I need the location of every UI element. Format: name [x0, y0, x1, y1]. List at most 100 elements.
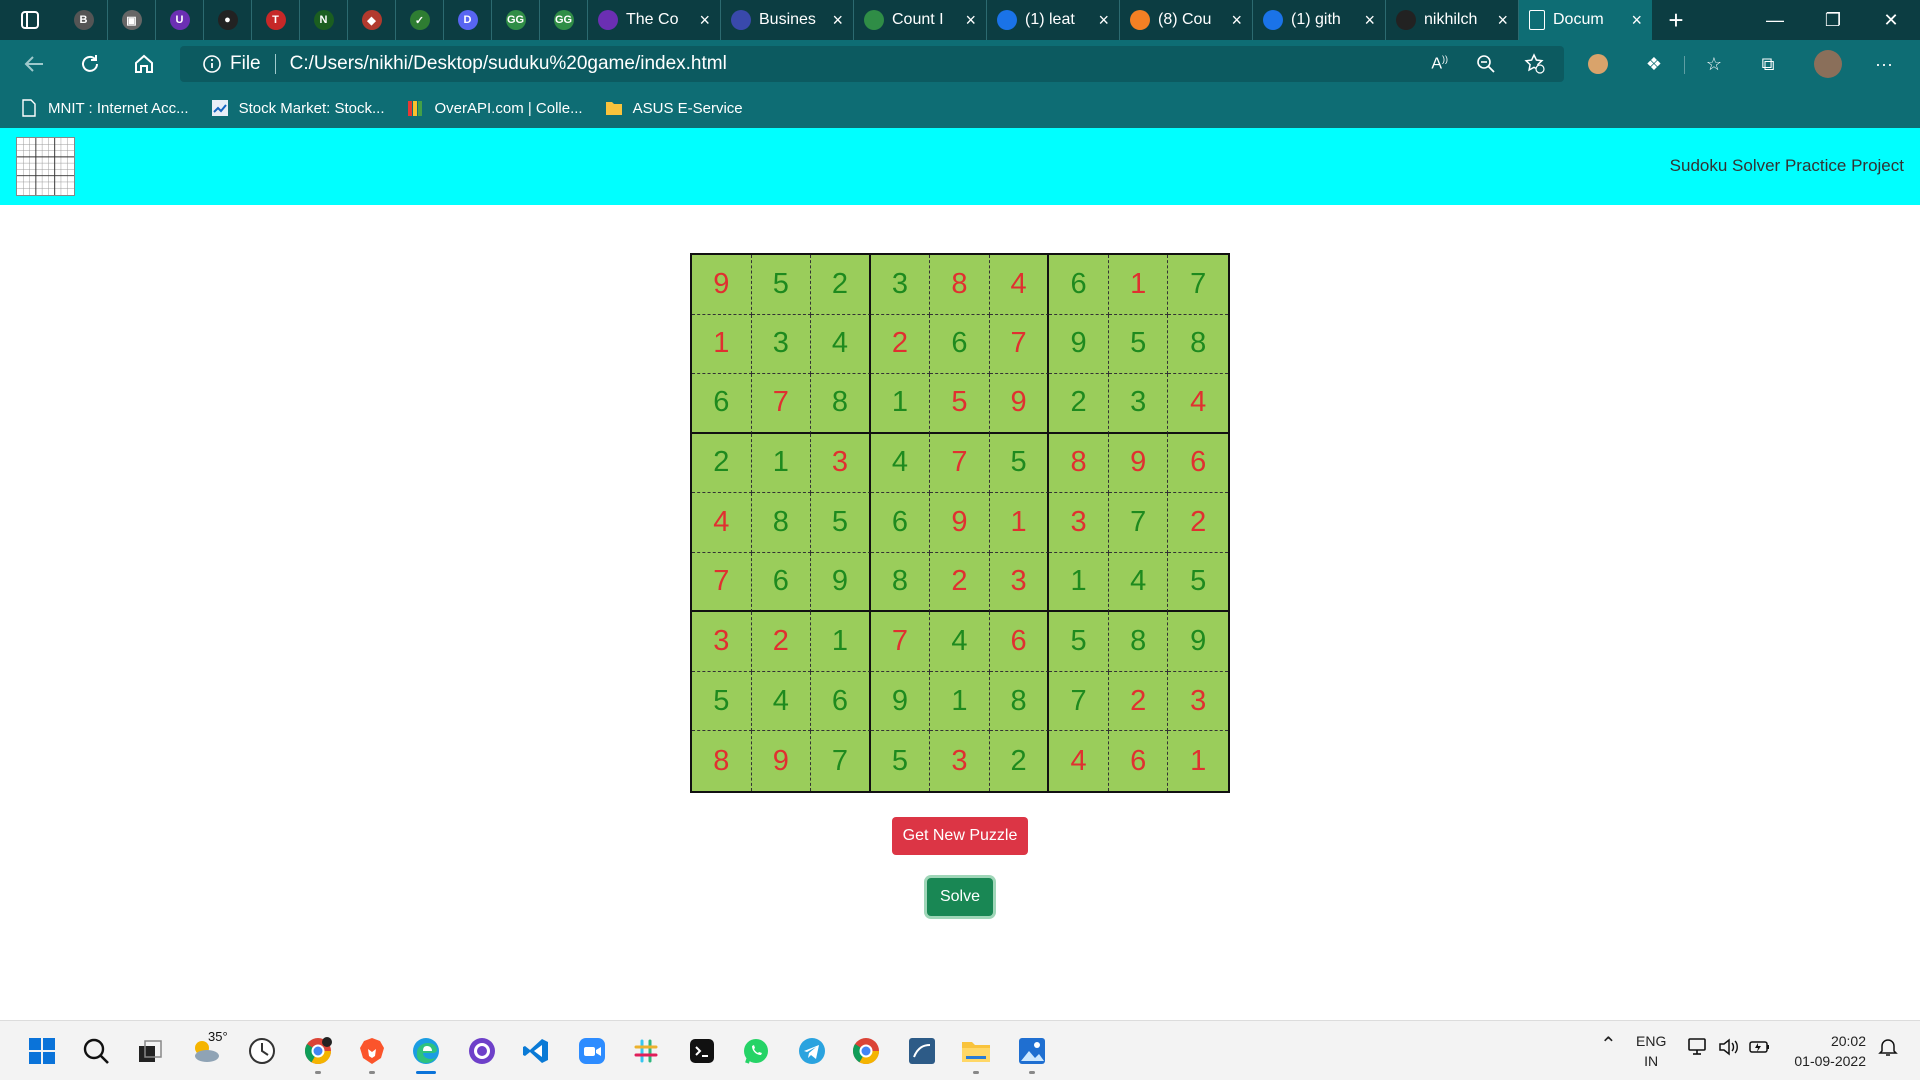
- sudoku-cell[interactable]: 4: [692, 493, 752, 553]
- pinned-tab[interactable]: GG: [540, 0, 588, 40]
- tab[interactable]: (8) Cou ×: [1120, 0, 1253, 40]
- profile-button[interactable]: [1812, 48, 1844, 80]
- restore-button[interactable]: ❐: [1804, 0, 1862, 40]
- tab[interactable]: nikhilch ×: [1386, 0, 1519, 40]
- sudoku-cell[interactable]: 6: [870, 493, 931, 553]
- mysql-workbench-button[interactable]: [906, 1035, 938, 1067]
- sudoku-cell[interactable]: 4: [870, 433, 931, 494]
- minimize-button[interactable]: —: [1746, 0, 1804, 40]
- pinned-tab[interactable]: GG: [492, 0, 540, 40]
- vscode-button[interactable]: [520, 1035, 552, 1067]
- sudoku-cell[interactable]: 2: [930, 552, 990, 613]
- sudoku-cell[interactable]: 3: [930, 731, 990, 791]
- sudoku-cell[interactable]: 5: [692, 671, 752, 732]
- add-favorite-icon[interactable]: [1524, 53, 1546, 75]
- pinned-tab[interactable]: D: [444, 0, 492, 40]
- pinned-tab[interactable]: ✓: [396, 0, 444, 40]
- sudoku-cell[interactable]: 7: [1168, 255, 1228, 315]
- pinned-tab[interactable]: N: [300, 0, 348, 40]
- sudoku-cell[interactable]: 7: [692, 552, 752, 613]
- language-indicator[interactable]: ENG IN: [1636, 1031, 1666, 1071]
- sudoku-cell[interactable]: 3: [811, 433, 871, 494]
- edge-button[interactable]: [410, 1035, 442, 1067]
- close-tab-icon[interactable]: ×: [832, 10, 843, 31]
- zoom-button[interactable]: [576, 1035, 608, 1067]
- profile-extension-button[interactable]: [1582, 48, 1614, 80]
- sudoku-cell[interactable]: 8: [989, 671, 1050, 732]
- home-button[interactable]: [128, 48, 160, 80]
- clock-app-button[interactable]: [246, 1035, 278, 1067]
- sudoku-cell[interactable]: 7: [811, 731, 871, 791]
- sudoku-cell[interactable]: 6: [1168, 434, 1228, 494]
- sudoku-cell[interactable]: 9: [1168, 612, 1228, 672]
- tab[interactable]: Count I ×: [854, 0, 987, 40]
- sudoku-cell[interactable]: 1: [1168, 731, 1228, 791]
- refresh-button[interactable]: [74, 48, 106, 80]
- sudoku-cell[interactable]: 1: [1108, 255, 1169, 315]
- sudoku-cell[interactable]: 9: [811, 552, 871, 613]
- github-desktop-button[interactable]: [466, 1035, 498, 1067]
- close-tab-icon[interactable]: ×: [1231, 10, 1242, 31]
- sudoku-cell[interactable]: 4: [811, 314, 871, 375]
- sudoku-cell[interactable]: 9: [692, 255, 752, 315]
- sudoku-cell[interactable]: 8: [692, 731, 752, 791]
- sudoku-cell[interactable]: 4: [989, 255, 1050, 315]
- close-tab-icon[interactable]: ×: [965, 10, 976, 31]
- tab[interactable]: (1) leat ×: [987, 0, 1120, 40]
- sudoku-cell[interactable]: 3: [1168, 672, 1228, 732]
- zoom-out-icon[interactable]: [1476, 54, 1496, 74]
- bookmark-item[interactable]: Stock Market: Stock...: [211, 99, 385, 117]
- site-info-button[interactable]: File: [202, 53, 261, 75]
- slack-button[interactable]: [630, 1035, 662, 1067]
- sudoku-cell[interactable]: 5: [871, 731, 931, 791]
- pinned-tab[interactable]: ▣: [108, 0, 156, 40]
- sudoku-cell[interactable]: 7: [989, 314, 1050, 375]
- brave-button[interactable]: [356, 1035, 388, 1067]
- sudoku-cell[interactable]: 2: [1049, 374, 1109, 434]
- favorites-button[interactable]: ☆: [1698, 48, 1730, 80]
- sudoku-cell[interactable]: 9: [1049, 314, 1109, 375]
- sudoku-cell[interactable]: 5: [1108, 314, 1169, 375]
- sudoku-cell[interactable]: 4: [1108, 552, 1169, 613]
- sudoku-cell[interactable]: 5: [811, 493, 871, 553]
- task-view-button[interactable]: [134, 1035, 166, 1067]
- close-tab-icon[interactable]: ×: [1098, 10, 1109, 31]
- sudoku-cell[interactable]: 4: [1049, 731, 1109, 791]
- sudoku-cell[interactable]: 1: [811, 612, 871, 672]
- tab[interactable]: Busines ×: [721, 0, 854, 40]
- sudoku-cell[interactable]: 9: [1108, 433, 1169, 494]
- file-explorer-button[interactable]: [960, 1035, 992, 1067]
- sudoku-cell[interactable]: 1: [751, 433, 812, 494]
- sudoku-cell[interactable]: 8: [811, 374, 871, 434]
- sudoku-cell[interactable]: 1: [989, 493, 1050, 553]
- sudoku-cell[interactable]: 6: [930, 314, 990, 375]
- sudoku-cell[interactable]: 6: [692, 374, 752, 434]
- battery-icon[interactable]: [1748, 1037, 1772, 1062]
- sudoku-cell[interactable]: 1: [930, 671, 990, 732]
- settings-more-button[interactable]: ···: [1868, 48, 1900, 80]
- close-window-button[interactable]: ✕: [1862, 0, 1920, 40]
- sudoku-cell[interactable]: 3: [692, 612, 752, 672]
- sudoku-cell[interactable]: 2: [751, 612, 812, 672]
- network-icon[interactable]: [1688, 1037, 1710, 1062]
- tab-active[interactable]: Docum ×: [1519, 0, 1652, 40]
- close-tab-icon[interactable]: ×: [1631, 10, 1642, 31]
- close-tab-icon[interactable]: ×: [699, 10, 710, 31]
- sudoku-cell[interactable]: 8: [930, 255, 990, 315]
- sudoku-cell[interactable]: 9: [752, 731, 812, 791]
- weather-widget[interactable]: 35°: [190, 1029, 228, 1067]
- get-new-puzzle-button[interactable]: Get New Puzzle: [892, 817, 1028, 855]
- pinned-tab[interactable]: T: [252, 0, 300, 40]
- sudoku-cell[interactable]: 6: [1109, 731, 1169, 791]
- sudoku-cell[interactable]: 5: [751, 255, 812, 315]
- bookmark-item[interactable]: MNIT : Internet Acc...: [20, 99, 189, 117]
- sudoku-cell[interactable]: 6: [751, 552, 812, 613]
- sudoku-cell[interactable]: 8: [870, 552, 931, 613]
- sudoku-cell[interactable]: 7: [870, 612, 931, 672]
- sudoku-cell[interactable]: 5: [930, 374, 990, 434]
- url-box[interactable]: File C:/Users/nikhi/Desktop/suduku%20gam…: [180, 46, 1564, 82]
- sudoku-cell[interactable]: 2: [1168, 493, 1228, 553]
- sudoku-cell[interactable]: 8: [1168, 315, 1228, 375]
- back-button[interactable]: [18, 48, 50, 80]
- show-hidden-icons-button[interactable]: ⌃: [1600, 1035, 1617, 1055]
